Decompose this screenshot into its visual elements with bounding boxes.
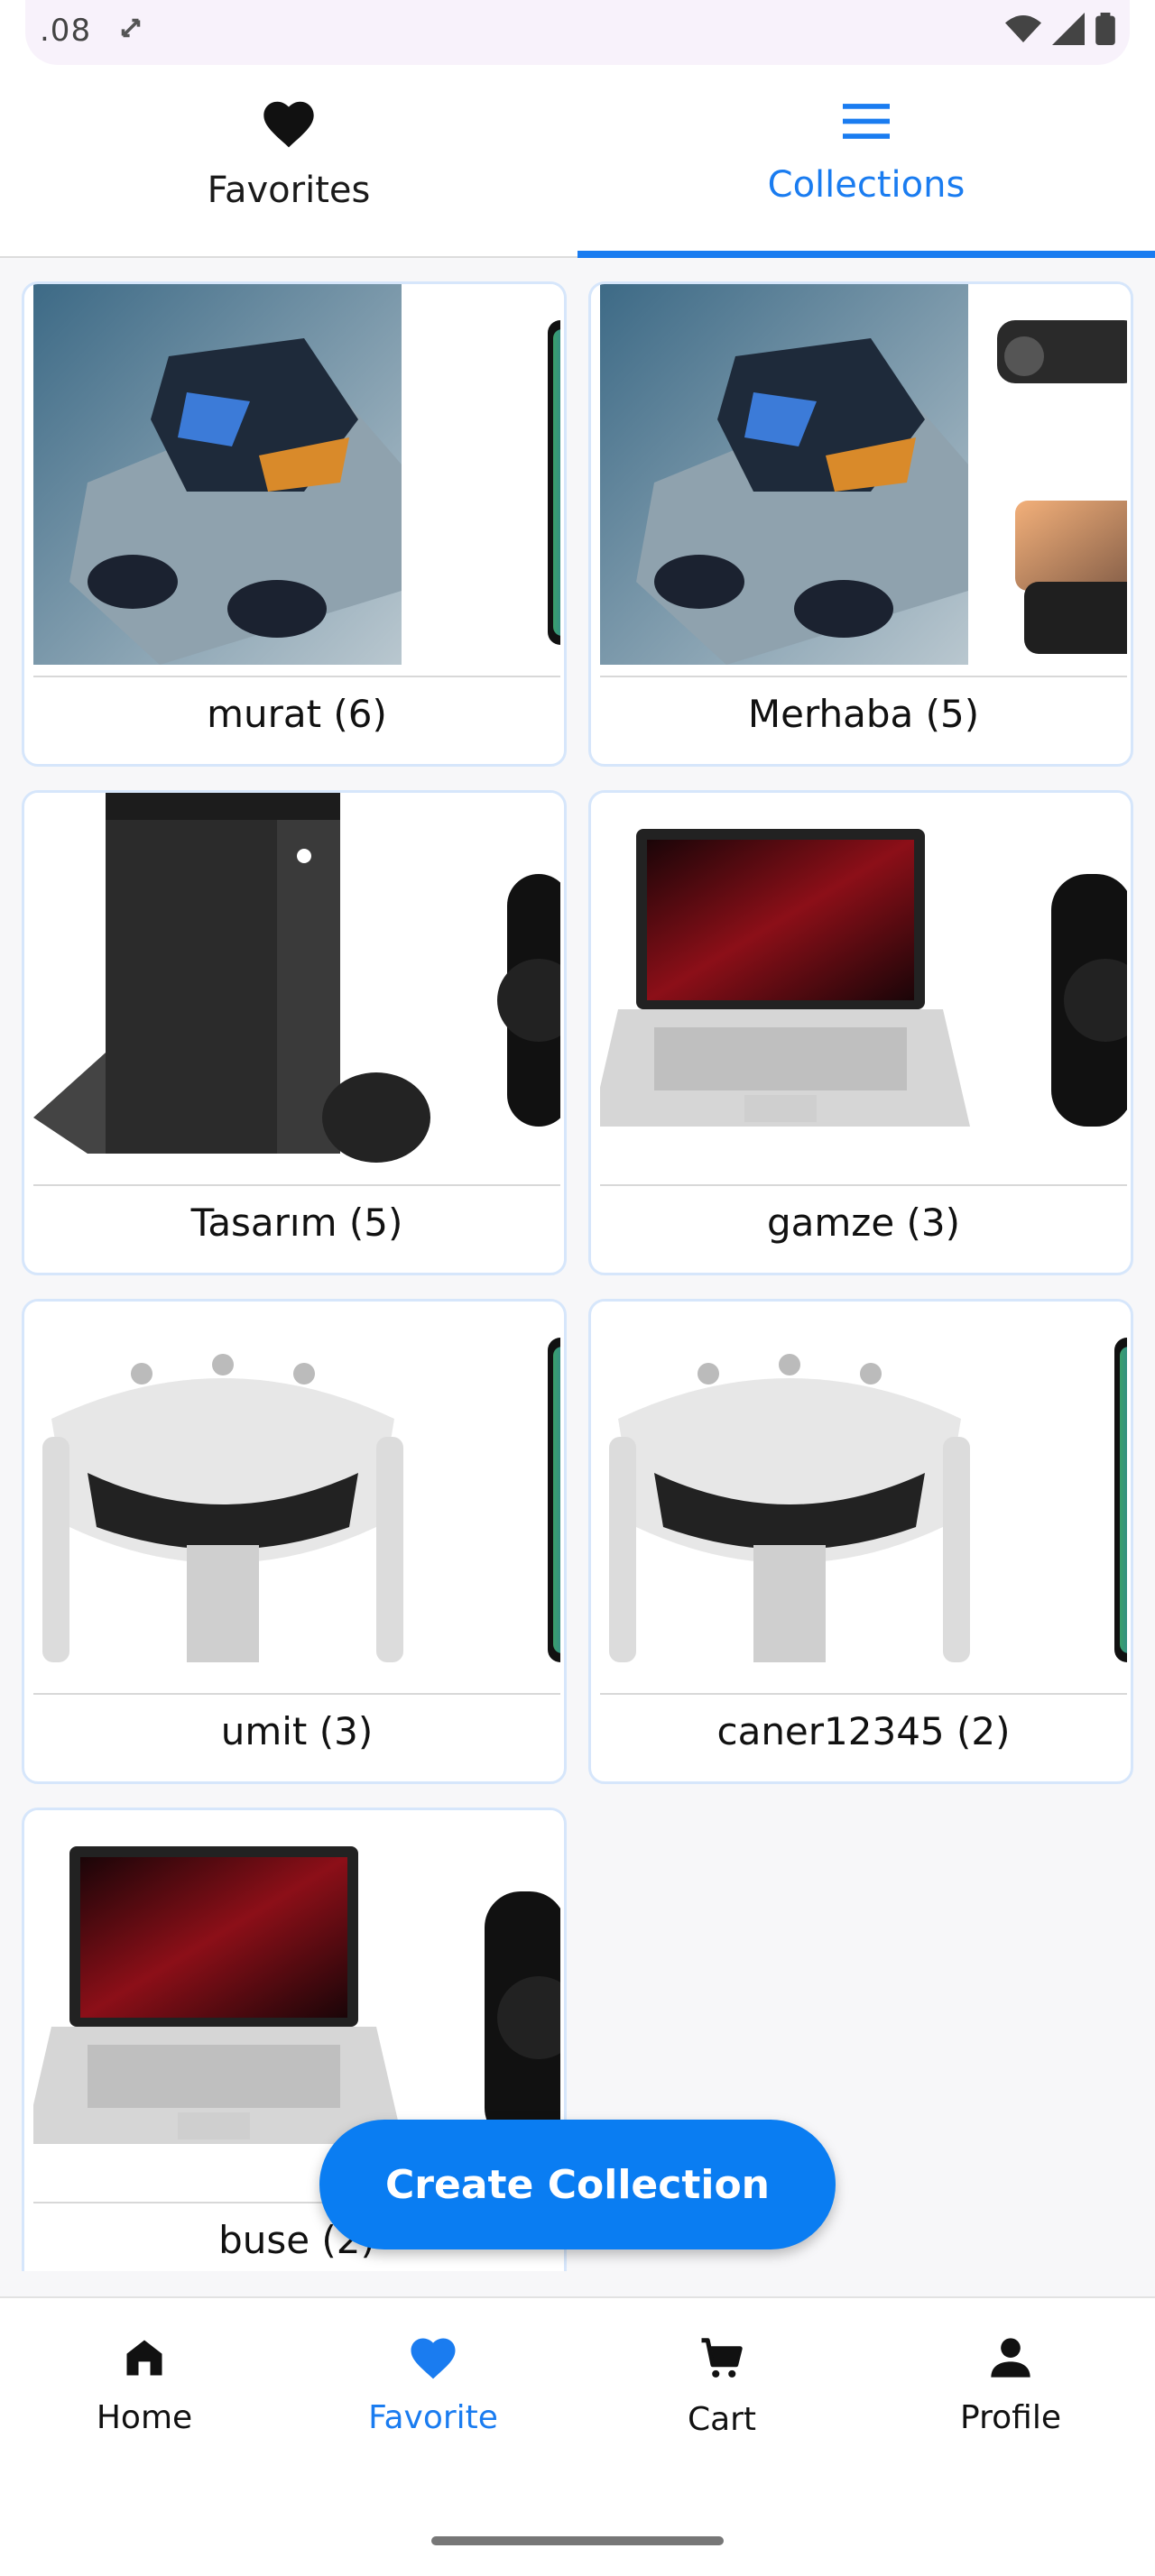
nav-favorite-label: Favorite [368, 2399, 498, 2436]
top-tab-bar: Favorites Collections [0, 65, 1155, 258]
earbuds-image [33, 284, 560, 665]
nav-home-label: Home [96, 2399, 193, 2436]
collection-card[interactable]: caner12345 (2) [588, 1299, 1133, 1784]
card-divider [600, 1184, 1127, 1186]
collection-thumbnail [33, 793, 560, 1173]
card-divider [33, 676, 560, 677]
collection-card[interactable]: murat (6) [22, 281, 567, 767]
collection-thumbnail [600, 284, 1127, 665]
collection-title: Merhaba (5) [747, 692, 980, 736]
card-divider [33, 1184, 560, 1186]
tab-favorites-label: Favorites [207, 170, 371, 211]
collection-title: caner12345 (2) [716, 1709, 1011, 1753]
collection-thumbnail [600, 1302, 1127, 1682]
collection-thumbnail [33, 284, 560, 665]
collection-thumbnail [33, 1302, 560, 1682]
cart-icon [701, 2338, 743, 2378]
collection-thumbnail [600, 793, 1127, 1173]
card-divider [600, 1693, 1127, 1695]
collection-card[interactable]: gamze (3) [588, 790, 1133, 1275]
nav-profile-label: Profile [960, 2399, 1061, 2436]
card-divider [33, 1693, 560, 1695]
nav-favorite[interactable]: Favorite [289, 2334, 578, 2470]
battery-icon [1095, 13, 1115, 45]
nav-cart-label: Cart [687, 2401, 757, 2438]
signal-icon [1052, 13, 1085, 45]
status-bar-background [25, 0, 1130, 65]
tab-favorites[interactable]: Favorites [0, 65, 578, 258]
xbox-console-image [33, 793, 560, 1163]
collection-title: umit (3) [220, 1709, 374, 1753]
card-divider [600, 676, 1127, 677]
bottom-navigation: Home Favorite Cart Profile [0, 2296, 1155, 2576]
laptop-image [600, 829, 1127, 1127]
tab-collections-label: Collections [767, 164, 966, 206]
auto-rotate-icon [121, 18, 141, 38]
collection-card[interactable]: Tasarım (5) [22, 790, 567, 1275]
collection-card[interactable]: Merhaba (5) [588, 281, 1133, 767]
heart-icon [263, 101, 314, 148]
collection-card[interactable]: umit (3) [22, 1299, 567, 1784]
status-bar: .08 [0, 0, 1155, 65]
person-icon [991, 2338, 1030, 2378]
status-icons [1005, 13, 1115, 45]
nav-home[interactable]: Home [0, 2334, 289, 2470]
nav-profile[interactable]: Profile [866, 2334, 1155, 2470]
heart-icon [411, 2338, 456, 2379]
tab-collections[interactable]: Collections [578, 65, 1155, 258]
earbuds-image [600, 284, 1127, 665]
collection-title: gamze (3) [766, 1201, 961, 1245]
create-collection-button[interactable]: Create Collection [319, 2120, 836, 2249]
status-time: .08 [40, 13, 92, 49]
collection-title: murat (6) [207, 692, 387, 736]
vr-headset-image [609, 1338, 1127, 1662]
nav-cart[interactable]: Cart [578, 2334, 866, 2470]
collection-title: Tasarım (5) [190, 1201, 403, 1245]
vr-headset-image [42, 1338, 560, 1662]
active-tab-indicator [578, 251, 1155, 258]
collections-grid: murat (6) Merhaba (5) Tasarım (5) gamze … [0, 258, 1155, 2271]
wifi-icon [1005, 15, 1041, 42]
menu-icon [843, 104, 890, 139]
home-indicator[interactable] [431, 2536, 724, 2545]
home-icon [126, 2340, 162, 2376]
